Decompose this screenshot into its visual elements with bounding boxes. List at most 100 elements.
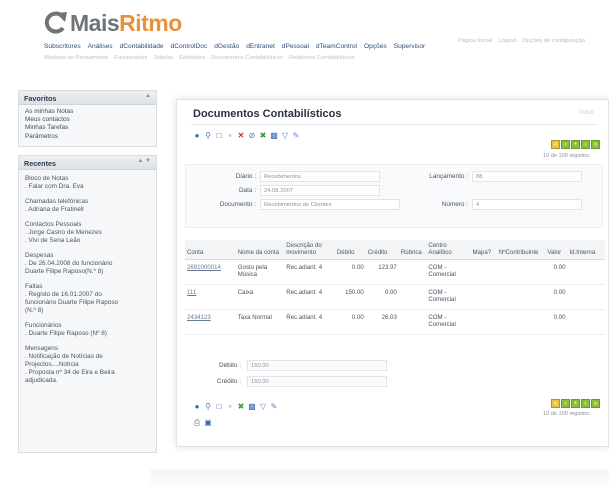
last-page-button[interactable]: » [591, 399, 600, 408]
col-rubrica[interactable]: Rúbrica [398, 240, 427, 260]
credit-total-field[interactable]: 150.00 [247, 376, 387, 387]
diario-field[interactable]: Recebimentos [260, 171, 380, 182]
top-links: Página Inicial Logout Opções de configur… [458, 38, 585, 44]
nav-dentranet[interactable]: dEntranet [246, 43, 275, 50]
favorite-item[interactable]: Parâmetros [25, 133, 150, 141]
prev-page-button[interactable]: ‹ [561, 140, 570, 149]
col-mapa[interactable]: Mapa? [470, 240, 497, 260]
chart-icon[interactable]: ▩ [270, 132, 278, 140]
subnav-entidades[interactable]: Entidades [179, 55, 205, 61]
subnav-documentos[interactable]: Documentos Contabilísticos [211, 55, 283, 61]
nav-dpessoal[interactable]: dPessoal [282, 43, 309, 50]
pagination-top: « ‹ • › » [551, 140, 600, 149]
page-button[interactable]: • [571, 399, 580, 408]
subnav-funcionarios[interactable]: Funcionários [114, 55, 147, 61]
new-document-icon[interactable]: ▫ [226, 132, 234, 140]
col-credito[interactable]: Crédito [365, 240, 399, 260]
nav-dcontabilidade[interactable]: dContabilidade [120, 43, 164, 50]
copy-icon[interactable]: □ [215, 403, 223, 411]
bottom-toolbar: ● ⚲ □ ▫ ✖ ▩ ▽ ✎ [193, 403, 278, 411]
link-config[interactable]: Opções de configuração [522, 38, 585, 44]
cancel-icon[interactable]: ⊘ [248, 132, 256, 140]
chart-icon[interactable]: ▩ [248, 403, 256, 411]
edit-icon[interactable]: ✎ [270, 403, 278, 411]
nav-dgestao[interactable]: dGestão [214, 43, 239, 50]
cell-debito: 150.00 [334, 284, 366, 310]
app-header: MaisRitmo Subscritores Análises dContabi… [0, 0, 609, 84]
new-document-icon[interactable]: ▫ [226, 403, 234, 411]
cell-interna [567, 284, 605, 310]
first-page-button[interactable]: « [551, 140, 560, 149]
collapse-icons[interactable]: ▲ ▼ [137, 158, 151, 164]
col-debito[interactable]: Débito [334, 240, 366, 260]
recent-group: Mensagens . Notificação de Notícias de P… [25, 344, 115, 384]
data-field[interactable]: 24.08.2007 [260, 185, 380, 196]
search-icon[interactable]: ⚲ [204, 403, 212, 411]
cell-nome: Caixa [235, 284, 285, 310]
favorite-item[interactable]: As minhas Notas [25, 108, 150, 116]
cell-debito: 0.00 [334, 309, 366, 335]
account-link[interactable]: 2691000014 [187, 264, 221, 271]
logo[interactable]: MaisRitmo [42, 8, 182, 38]
cell-mapa [470, 309, 497, 335]
delete-icon[interactable]: ✕ [237, 132, 245, 140]
numero-field[interactable]: 4 [472, 199, 582, 210]
account-link[interactable]: 2434123 [187, 314, 211, 321]
table-row[interactable]: 2691000014 Gosto pela Música Rec.adiant.… [185, 259, 605, 285]
cell-nome: Taxa Normal [235, 309, 285, 335]
documento-field[interactable]: Recebimentos de Clientes [260, 199, 400, 210]
export-icon[interactable]: ✖ [259, 132, 267, 140]
table-row[interactable]: 2434123 Taxa Normal Rec.adiant. 4 0.00 2… [185, 309, 605, 335]
edit-icon[interactable]: ✎ [292, 132, 300, 140]
nav-opcoes[interactable]: Opções [364, 43, 387, 50]
cell-valor: 0.00 [545, 284, 568, 310]
account-link[interactable]: 111 [187, 289, 196, 296]
col-contribuinte[interactable]: NºContribuinte [496, 240, 546, 260]
help-icon[interactable]: ● [193, 132, 201, 140]
col-descricao[interactable]: Descrição do movimento [284, 240, 335, 260]
print-icon[interactable]: ⎙ [193, 419, 201, 427]
nav-dteamcontrol[interactable]: dTeamControl [316, 43, 357, 50]
last-page-button[interactable]: » [591, 140, 600, 149]
subnav-tabelas[interactable]: Tabelas [153, 55, 173, 61]
subnav-relatorios[interactable]: Relatórios Contabilísticos [289, 55, 354, 61]
back-link[interactable]: Voltar [579, 110, 594, 116]
col-interna[interactable]: Id.Interna [567, 240, 605, 260]
link-logout[interactable]: Logout [498, 38, 516, 44]
recent-group: Despesas . De 26.04.2008 do funcionário … [25, 251, 113, 275]
cell-centro: COM - Comercial [426, 309, 471, 335]
save-icon[interactable]: ▣ [204, 419, 212, 427]
main-nav: Subscritores Análises dContabilidade dCo… [44, 43, 425, 50]
favorite-item[interactable]: Minhas Tarefas [25, 124, 150, 132]
col-centro[interactable]: Centro Analítico [426, 240, 471, 260]
copy-icon[interactable]: □ [215, 132, 223, 140]
link-home[interactable]: Página Inicial [458, 38, 492, 44]
data-label: Data : [238, 187, 256, 194]
help-icon[interactable]: ● [193, 403, 201, 411]
debit-total-field[interactable]: 150.00 [247, 360, 387, 371]
next-page-button[interactable]: › [581, 399, 590, 408]
first-page-button[interactable]: « [551, 399, 560, 408]
col-valor[interactable]: Valor [545, 240, 568, 260]
col-conta[interactable]: Conta [185, 240, 236, 260]
page-button[interactable]: • [571, 140, 580, 149]
collapse-icon[interactable]: ▲ [145, 93, 151, 99]
nav-dcontroldoc[interactable]: dControlDoc [171, 43, 208, 50]
filter-icon[interactable]: ▽ [281, 132, 289, 140]
subnav-modelos[interactable]: Modelos de Pensamento [44, 55, 108, 61]
export-icon[interactable]: ✖ [237, 403, 245, 411]
cell-mapa [470, 284, 497, 310]
next-page-button[interactable]: › [581, 140, 590, 149]
favorite-item[interactable]: Meus contactos [25, 116, 150, 124]
cell-credito: 26.03 [365, 309, 399, 335]
col-nome[interactable]: Nome da conta [235, 240, 285, 260]
nav-supervisor[interactable]: Supervisor [394, 43, 426, 50]
nav-analises[interactable]: Análises [88, 43, 113, 50]
filter-icon[interactable]: ▽ [259, 403, 267, 411]
search-icon[interactable]: ⚲ [204, 132, 212, 140]
prev-page-button[interactable]: ‹ [561, 399, 570, 408]
nav-subscritores[interactable]: Subscritores [44, 43, 81, 50]
table-row[interactable]: 111 Caixa Rec.adiant. 4 150.00 0.00 COM … [185, 284, 605, 310]
recent-box: Recentes ▲ ▼ Bloco de Notas . Falar com … [18, 154, 157, 453]
lancamento-field[interactable]: 88 [472, 171, 582, 182]
